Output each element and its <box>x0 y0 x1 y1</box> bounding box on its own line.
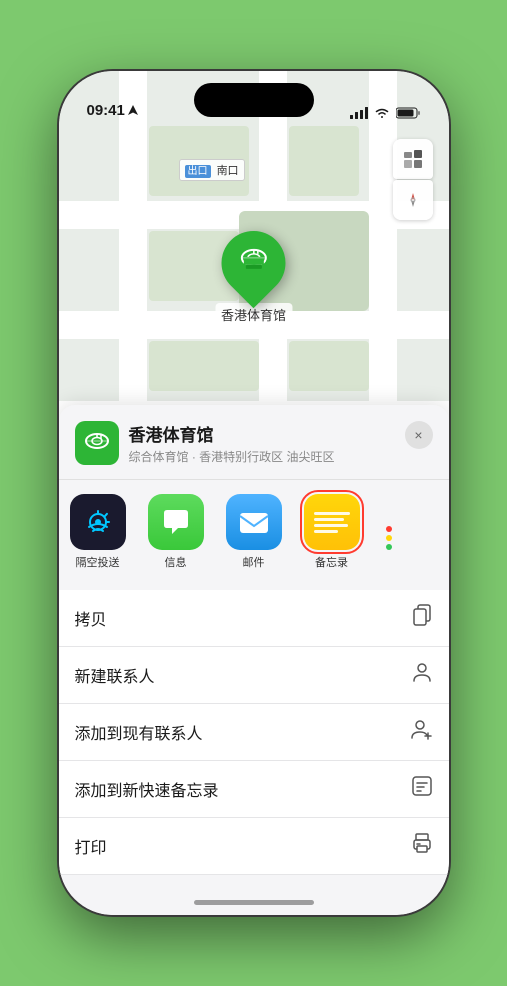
south-gate-label: 出口 南口 <box>179 159 245 181</box>
wifi-icon <box>374 107 390 119</box>
venue-header: 香港体育馆 综合体育馆 · 香港特别行政区 油尖旺区 × <box>59 421 449 480</box>
status-time: 09:41 <box>87 102 138 119</box>
compass-button[interactable] <box>393 180 433 220</box>
airdrop-label: 隔空投送 <box>76 554 120 570</box>
copy-label: 拷贝 <box>75 606 107 630</box>
app-item-notes[interactable]: 备忘录 <box>293 494 371 570</box>
menu-item-new-contact[interactable]: 新建联系人 <box>59 646 449 703</box>
notes-line-2 <box>314 518 344 521</box>
app-item-messages[interactable]: 信息 <box>137 494 215 570</box>
person-add-icon <box>411 718 433 746</box>
print-label: 打印 <box>75 834 107 858</box>
messages-icon <box>148 494 204 550</box>
notes-line-4 <box>314 530 338 533</box>
airdrop-icon <box>70 494 126 550</box>
more-dot-red <box>386 526 392 532</box>
menu-list: 拷贝 新建联系人 <box>59 590 449 875</box>
more-dot-green <box>386 544 392 550</box>
phone-frame: 09:41 <box>59 71 449 915</box>
mail-icon <box>226 494 282 550</box>
app-icons-row: 隔空投送 信息 <box>59 480 449 582</box>
new-contact-label: 新建联系人 <box>75 663 155 687</box>
phone-screen: 09:41 <box>59 71 449 915</box>
venue-icon <box>75 421 119 465</box>
mail-label: 邮件 <box>243 554 265 570</box>
venue-subtitle: 综合体育馆 · 香港特别行政区 油尖旺区 <box>129 448 433 465</box>
map-controls <box>393 139 433 220</box>
pin-circle <box>208 218 299 309</box>
location-arrow-icon <box>128 105 138 117</box>
map-block6 <box>289 341 369 391</box>
person-icon <box>411 661 433 689</box>
location-pin: 香港体育馆 <box>215 231 292 326</box>
status-right <box>350 107 421 119</box>
close-button[interactable]: × <box>405 421 433 449</box>
notes-label: 备忘录 <box>315 554 348 570</box>
notes-line-1 <box>314 512 350 515</box>
menu-item-quick-note[interactable]: 添加到新快速备忘录 <box>59 760 449 817</box>
app-item-airdrop[interactable]: 隔空投送 <box>59 494 137 570</box>
signal-icon <box>350 107 368 119</box>
venue-info: 香港体育馆 综合体育馆 · 香港特别行政区 油尖旺区 <box>129 421 433 465</box>
battery-icon <box>396 107 421 119</box>
south-gate-text: 南口 <box>217 165 239 177</box>
home-indicator <box>194 900 314 905</box>
add-existing-label: 添加到现有联系人 <box>75 720 203 744</box>
map-block5 <box>149 341 259 391</box>
copy-icon <box>411 604 433 632</box>
quick-note-label: 添加到新快速备忘录 <box>75 777 219 801</box>
map-block2 <box>289 126 359 196</box>
bottom-sheet: 香港体育馆 综合体育馆 · 香港特别行政区 油尖旺区 × <box>59 405 449 915</box>
notes-line-3 <box>314 524 348 527</box>
menu-item-add-existing[interactable]: 添加到现有联系人 <box>59 703 449 760</box>
map-type-button[interactable] <box>393 139 433 179</box>
stadium-icon <box>237 244 269 283</box>
time-display: 09:41 <box>87 102 125 119</box>
notes-lines-deco <box>309 506 355 539</box>
menu-item-print[interactable]: 打印 <box>59 817 449 875</box>
menu-item-copy[interactable]: 拷贝 <box>59 590 449 646</box>
note-icon <box>411 775 433 803</box>
messages-label: 信息 <box>165 554 187 570</box>
dynamic-island <box>194 83 314 117</box>
app-item-mail[interactable]: 邮件 <box>215 494 293 570</box>
more-dot-yellow <box>386 535 392 541</box>
venue-name: 香港体育馆 <box>129 421 433 446</box>
notes-icon <box>304 494 360 550</box>
more-indicator[interactable] <box>371 494 407 570</box>
printer-icon <box>411 832 433 860</box>
